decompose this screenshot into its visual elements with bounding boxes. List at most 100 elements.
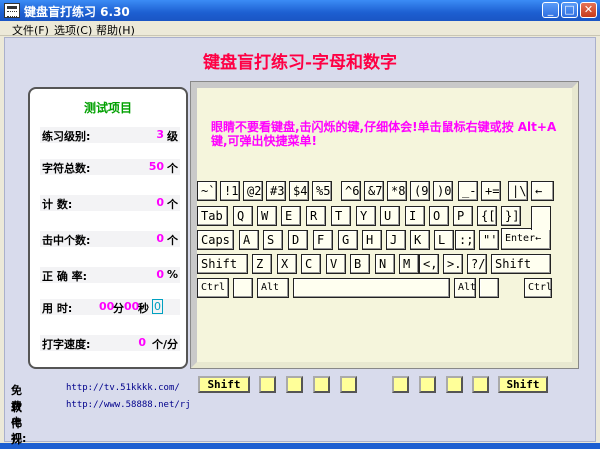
tab-key[interactable]: Tab [197,206,228,226]
key[interactable]: #3 [266,181,286,201]
app-icon [4,3,20,18]
key[interactable]: )0 [433,181,453,201]
key[interactable]: (9 [410,181,430,201]
stat-hits: 击中个数: 0 个 [40,231,180,247]
right-alt-key[interactable]: Alt [454,278,476,298]
key[interactable]: @2 [243,181,263,201]
backspace-key[interactable]: ← [531,181,554,201]
menu-bar: 文件(F) 选项(C) 帮助(H) [0,21,600,38]
finger-indicator [472,376,489,393]
key[interactable]: H [362,230,382,250]
key[interactable]: U [380,206,400,226]
key[interactable]: W [257,206,277,226]
key[interactable]: ~` [197,181,217,201]
key[interactable]: F [313,230,333,250]
key[interactable]: O [429,206,449,226]
key[interactable]: $4 [289,181,309,201]
key[interactable]: D [288,230,308,250]
key[interactable]: "' [479,230,499,250]
key[interactable]: G [338,230,358,250]
key[interactable]: >. [443,254,463,274]
finger-indicator [419,376,436,393]
key[interactable]: Z [252,254,272,274]
enter-key-top[interactable] [531,206,551,230]
key[interactable]: :; [455,230,475,250]
stat-total-unit: 个 [167,162,178,175]
stat-level-value: 3 [156,128,164,141]
key[interactable]: _- [458,181,478,201]
page-title: 键盘盲打练习-字母和数字 [202,53,398,73]
key[interactable]: += [481,181,501,201]
key[interactable]: P [453,206,473,226]
left-alt-key[interactable]: Alt [257,278,289,298]
stat-level-label: 练习级别: [42,130,91,143]
maximize-button[interactable]: □ [561,2,578,18]
finger-indicator [392,376,409,393]
key[interactable]: N [375,254,395,274]
key[interactable]: ?/ [467,254,487,274]
upgrade-link[interactable]: http://www.58888.net/rj [66,400,191,410]
key[interactable]: Q [233,206,253,226]
enter-key[interactable]: Enter← [501,228,551,250]
stat-count: 计 数: 0 个 [40,195,180,211]
menu-file[interactable]: 文件(F) [12,22,49,38]
stat-speed-value: 0 [138,336,146,349]
stat-count-value: 0 [156,196,164,209]
upgrade-link-label: 软件升级: [11,401,22,446]
left-shift-indicator: Shift [198,376,250,393]
key[interactable]: X [277,254,297,274]
key[interactable]: C [301,254,321,274]
key[interactable]: ^6 [341,181,361,201]
stats-title: 测试项目 [83,101,132,115]
stat-count-unit: 个 [167,198,178,211]
key[interactable]: B [350,254,370,274]
left-win-key[interactable] [233,278,253,298]
key[interactable]: I [405,206,425,226]
left-ctrl-key[interactable]: Ctrl [197,278,229,298]
key[interactable]: S [263,230,283,250]
key[interactable]: E [281,206,301,226]
key[interactable]: &7 [364,181,384,201]
key[interactable]: !1 [220,181,240,201]
stat-speed: 打字速度: 0 个/分 [40,335,180,351]
key[interactable]: *8 [387,181,407,201]
menu-help[interactable]: 帮助(H) [96,22,135,38]
window-title: 键盘盲打练习 6.30 [24,5,130,19]
caps-key[interactable]: Caps [197,230,234,250]
title-bar[interactable]: 键盘盲打练习 6.30 _ □ ✕ [0,0,600,21]
key[interactable]: }] [501,206,521,226]
minimize-button[interactable]: _ [542,2,559,18]
key[interactable]: <, [419,254,439,274]
right-shift-key[interactable]: Shift [491,254,551,274]
stat-accuracy-unit: % [166,268,178,281]
right-win-key[interactable] [479,278,499,298]
space-key[interactable] [293,278,450,298]
key[interactable]: T [331,206,351,226]
window-bottom-border [0,443,600,449]
stat-level: 练习级别: 3 级 [40,127,180,143]
key[interactable]: |\ [508,181,528,201]
stat-hits-value: 0 [156,232,164,245]
key[interactable]: V [326,254,346,274]
key[interactable]: Y [356,206,376,226]
close-button[interactable]: ✕ [580,2,597,18]
key[interactable]: A [239,230,259,250]
key[interactable]: M [399,254,419,274]
tv-link[interactable]: http://tv.51kkkk.com/ [66,383,180,393]
key[interactable]: L [434,230,454,250]
key[interactable]: J [386,230,406,250]
left-shift-key[interactable]: Shift [197,254,248,274]
stat-level-unit: 级 [167,130,178,143]
key[interactable]: {[ [477,206,497,226]
stat-speed-label: 打字速度: [42,338,91,351]
stat-total-label: 字符总数: [42,162,91,175]
key[interactable]: %5 [312,181,332,201]
stats-panel: 测试项目 练习级别: 3 级 字符总数: 50 个 计 数: 0 个 击中个数:… [28,87,188,369]
right-shift-indicator: Shift [498,376,548,393]
key[interactable]: R [306,206,326,226]
stat-total: 字符总数: 50 个 [40,159,180,175]
key[interactable]: K [410,230,430,250]
right-ctrl-key[interactable]: Ctrl [524,278,552,298]
finger-indicator [446,376,463,393]
menu-options[interactable]: 选项(C) [54,22,92,38]
